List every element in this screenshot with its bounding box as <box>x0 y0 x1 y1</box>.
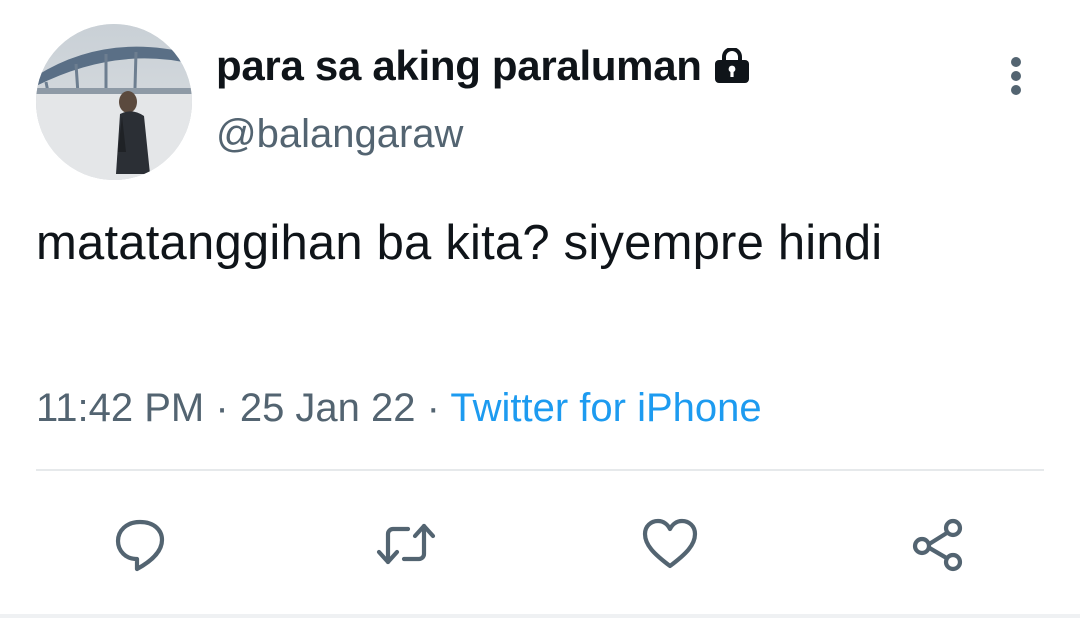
tweet-time[interactable]: 11:42 PM <box>36 386 204 430</box>
speech-bubble-icon <box>115 519 165 572</box>
bottom-divider <box>0 614 1080 618</box>
tweet-source-link[interactable]: Twitter for iPhone <box>450 386 761 430</box>
retweet-button[interactable] <box>374 512 438 576</box>
avatar-photo <box>36 24 192 180</box>
share-button[interactable] <box>906 512 970 576</box>
meta-separator: · <box>215 386 229 430</box>
vertical-ellipsis-icon <box>1011 57 1021 95</box>
tweet-detail: para sa aking paraluman @balangaraw mata… <box>0 0 1080 636</box>
display-name[interactable]: para sa aking paraluman <box>216 42 752 90</box>
heart-icon <box>642 518 698 569</box>
like-button[interactable] <box>638 512 702 576</box>
retweet-arrows-icon <box>376 523 436 565</box>
meta-separator-2: · <box>426 386 440 430</box>
lock-icon <box>712 46 752 83</box>
tweet-date[interactable]: 25 Jan 22 <box>240 386 416 430</box>
tweet-meta: 11:42 PM · 25 Jan 22 · Twitter for iPhon… <box>36 386 762 431</box>
user-handle[interactable]: @balangaraw <box>216 112 463 157</box>
tweet-text: matatanggihan ba kita? siyempre hindi <box>36 216 883 270</box>
divider <box>36 469 1044 471</box>
reply-button[interactable] <box>108 512 172 576</box>
share-nodes-icon <box>912 518 963 572</box>
avatar[interactable] <box>36 24 192 180</box>
more-options-button[interactable] <box>996 52 1036 100</box>
display-name-text: para sa aking paraluman <box>216 42 702 89</box>
